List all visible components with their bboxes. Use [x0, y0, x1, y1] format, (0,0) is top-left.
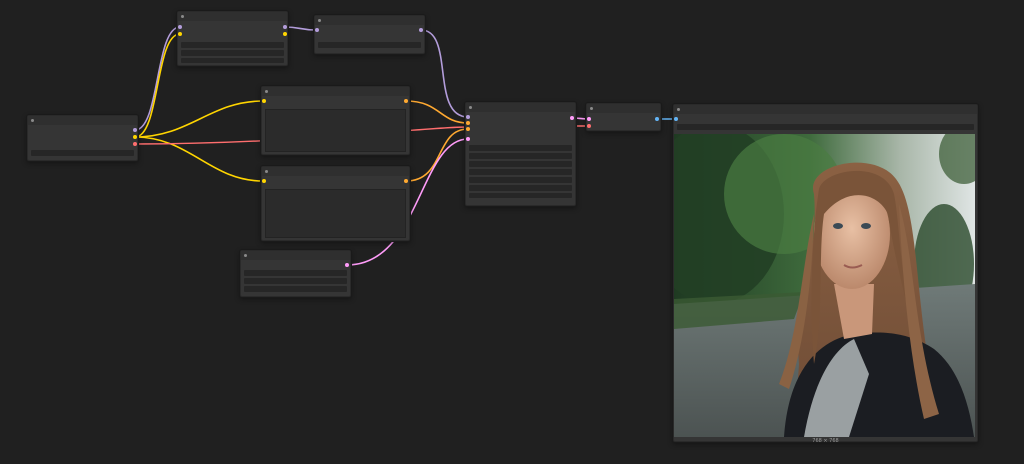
- collapse-dot-icon[interactable]: [265, 170, 268, 173]
- empty-latent-node[interactable]: [240, 250, 351, 297]
- generated-image-preview[interactable]: [674, 134, 975, 437]
- node-header[interactable]: [262, 167, 409, 176]
- node-header[interactable]: [262, 87, 409, 96]
- portrait-photo-image: [674, 134, 975, 437]
- node-header[interactable]: [587, 104, 660, 113]
- wire-negative-to-ksampler: [405, 128, 469, 182]
- seed-widget[interactable]: [469, 145, 572, 151]
- node-header[interactable]: [178, 12, 287, 21]
- batch-size-widget[interactable]: [244, 286, 347, 292]
- latent-out-port[interactable]: [345, 263, 349, 267]
- ksampler-negative-in-port[interactable]: [466, 127, 470, 131]
- wire-clip-to-negative: [134, 136, 264, 182]
- node-graph-canvas[interactable]: 768 × 768: [0, 0, 1024, 464]
- positive-cond-out-port[interactable]: [404, 99, 408, 103]
- collapse-dot-icon[interactable]: [590, 107, 593, 110]
- scheduler-widget[interactable]: [469, 185, 572, 191]
- vae-decode-node[interactable]: [586, 103, 661, 131]
- sampling-widget[interactable]: [318, 42, 421, 48]
- ckpt-model-port[interactable]: [133, 128, 137, 132]
- negative-cond-out-port[interactable]: [404, 179, 408, 183]
- ckpt-clip-port[interactable]: [133, 135, 137, 139]
- positive-prompt-textarea[interactable]: [265, 109, 406, 152]
- ksampler-latent-in-port[interactable]: [466, 137, 470, 141]
- collapse-dot-icon[interactable]: [469, 106, 472, 109]
- sampling-model-out-port[interactable]: [419, 28, 423, 32]
- collapse-dot-icon[interactable]: [31, 119, 34, 122]
- ksampler-latent-out-port[interactable]: [570, 116, 574, 120]
- lora-model-in-port[interactable]: [178, 25, 182, 29]
- preview-image-in-port[interactable]: [674, 117, 678, 121]
- width-widget[interactable]: [244, 270, 347, 276]
- checkpoint-loader-node[interactable]: [27, 115, 138, 161]
- collapse-dot-icon[interactable]: [244, 254, 247, 257]
- node-header[interactable]: [28, 116, 137, 125]
- negative-clip-in-port[interactable]: [262, 179, 266, 183]
- lora-loader-node[interactable]: [177, 11, 288, 66]
- preview-image-node[interactable]: 768 × 768: [673, 104, 978, 444]
- ksampler-model-in-port[interactable]: [466, 115, 470, 119]
- wire-strength-to-ksampler: [420, 29, 469, 118]
- lora-name-widget[interactable]: [181, 42, 284, 48]
- node-header[interactable]: [466, 103, 575, 112]
- node-header[interactable]: [315, 16, 424, 25]
- ckpt-name-widget[interactable]: [31, 150, 134, 156]
- decode-image-out-port[interactable]: [655, 117, 659, 121]
- image-size-caption: 768 × 768: [812, 438, 839, 444]
- node-header[interactable]: [674, 105, 977, 114]
- positive-clip-in-port[interactable]: [262, 99, 266, 103]
- positive-prompt-node[interactable]: [261, 86, 410, 155]
- model-sampling-node[interactable]: [314, 15, 425, 54]
- decode-vae-in-port[interactable]: [587, 124, 591, 128]
- negative-prompt-node[interactable]: [261, 166, 410, 241]
- lora-clip-out-port[interactable]: [283, 32, 287, 36]
- wire-model-to-lora: [134, 26, 181, 131]
- collapse-dot-icon[interactable]: [181, 15, 184, 18]
- node-header[interactable]: [241, 251, 350, 260]
- collapse-dot-icon[interactable]: [318, 19, 321, 22]
- control-after-generate-widget[interactable]: [469, 153, 572, 159]
- ksampler-node[interactable]: [465, 102, 576, 206]
- decode-samples-in-port[interactable]: [587, 117, 591, 121]
- negative-prompt-textarea[interactable]: [265, 189, 406, 238]
- height-widget[interactable]: [244, 278, 347, 284]
- lora-model-out-port[interactable]: [283, 25, 287, 29]
- filename-prefix-widget[interactable]: [677, 124, 974, 130]
- strength-model-widget[interactable]: [181, 50, 284, 56]
- wire-clip-to-lora: [134, 33, 181, 138]
- wire-clip-to-positive: [134, 100, 264, 138]
- collapse-dot-icon[interactable]: [677, 108, 680, 111]
- sampling-model-in-port[interactable]: [315, 28, 319, 32]
- wire-positive-to-ksampler: [405, 100, 469, 124]
- sampler-name-widget[interactable]: [469, 177, 572, 183]
- ckpt-vae-port[interactable]: [133, 142, 137, 146]
- strength-clip-widget[interactable]: [181, 58, 284, 63]
- wire-lora-model: [284, 26, 317, 31]
- cfg-widget[interactable]: [469, 169, 572, 175]
- ksampler-positive-in-port[interactable]: [466, 121, 470, 125]
- denoise-widget[interactable]: [469, 193, 572, 198]
- steps-widget[interactable]: [469, 161, 572, 167]
- lora-clip-in-port[interactable]: [178, 32, 182, 36]
- collapse-dot-icon[interactable]: [265, 90, 268, 93]
